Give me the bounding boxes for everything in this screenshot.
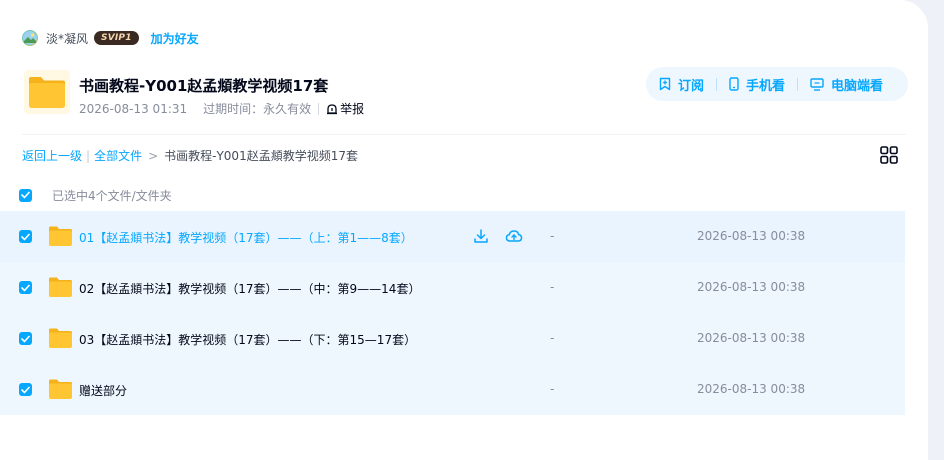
row-checkbox[interactable] xyxy=(19,230,32,243)
cloud-save-icon[interactable] xyxy=(505,228,523,244)
row-checkbox[interactable] xyxy=(19,383,32,396)
bookmark-icon xyxy=(659,77,671,91)
sharer-info: 淡*凝风 SVIP1 加为好友 xyxy=(22,29,199,47)
folder-icon xyxy=(49,226,72,246)
share-meta: 2026-08-13 01:31 过期时间：永久有效 举报 xyxy=(79,100,364,117)
desktop-view-label: 电脑端看 xyxy=(831,78,884,94)
share-date: 2026-08-13 01:31 xyxy=(79,101,188,116)
folder-icon xyxy=(49,277,72,297)
row-checkbox[interactable] xyxy=(19,281,32,294)
row-checkbox[interactable] xyxy=(19,332,32,345)
file-name[interactable]: 03【赵孟頫书法】教学视频（17套）——（下：第15—17套） xyxy=(79,331,416,348)
header-divider xyxy=(22,134,906,135)
report-icon xyxy=(327,103,338,114)
add-friend-link[interactable]: 加为好友 xyxy=(151,30,199,47)
report-label: 举报 xyxy=(340,102,365,116)
file-date: 2026-08-13 00:38 xyxy=(697,280,806,294)
subscribe-label: 订阅 xyxy=(678,78,705,94)
expiry-info: 过期时间：永久有效 xyxy=(203,102,312,116)
file-size: - xyxy=(550,280,555,294)
breadcrumb-arrow: > xyxy=(148,148,159,163)
breadcrumb-separator: | xyxy=(86,148,91,163)
select-all-row: 已选中4个文件/文件夹 xyxy=(19,186,172,204)
mobile-view-label: 手机看 xyxy=(746,78,786,94)
desktop-view-button[interactable]: 电脑端看 xyxy=(810,75,883,94)
action-divider xyxy=(716,77,718,91)
file-date: 2026-08-13 00:38 xyxy=(697,382,806,396)
back-link[interactable]: 返回上一级 xyxy=(22,147,82,164)
share-title: 书画教程-Y001赵孟頫教学视频17套 xyxy=(79,77,329,95)
file-row[interactable]: 02【赵孟頫书法】教学视频（17套）——（中：第9——14套） - 2026-0… xyxy=(0,262,905,313)
file-name[interactable]: 01【赵孟頫书法】教学视频（17套）——（上：第1——8套） xyxy=(79,229,413,246)
report-button[interactable]: 举报 xyxy=(326,100,364,117)
checkbox-checked-icon xyxy=(21,386,30,393)
breadcrumb-current: 书画教程-Y001赵孟頫教学视频17套 xyxy=(164,149,358,163)
file-size: - xyxy=(550,331,555,345)
file-row[interactable]: 03【赵孟頫书法】教学视频（17套）——（下：第15—17套） - 2026-0… xyxy=(0,313,905,364)
checkbox-checked-icon xyxy=(21,233,30,240)
phone-icon xyxy=(729,77,739,91)
action-divider xyxy=(797,77,799,91)
download-icon[interactable] xyxy=(473,228,489,244)
checkbox-checked-icon xyxy=(21,284,30,291)
checkbox-checked-icon xyxy=(21,191,30,199)
file-row[interactable]: 01【赵孟頫书法】教学视频（17套）——（上：第1——8套） - 2026-08… xyxy=(0,211,905,262)
folder-icon xyxy=(24,70,70,114)
checkbox-checked-icon xyxy=(21,335,30,342)
file-row[interactable]: 赠送部分 - 2026-08-13 00:38 xyxy=(0,364,905,415)
selection-summary: 已选中4个文件/文件夹 xyxy=(52,188,172,203)
subscribe-button[interactable]: 订阅 xyxy=(659,75,704,94)
monitor-icon xyxy=(810,77,824,91)
folder-icon xyxy=(49,328,72,348)
file-name[interactable]: 赠送部分 xyxy=(79,382,127,399)
grid-view-icon[interactable] xyxy=(879,145,899,165)
meta-divider xyxy=(318,102,320,115)
folder-icon xyxy=(49,379,72,399)
file-name[interactable]: 02【赵孟頫书法】教学视频（17套）——（中：第9——14套） xyxy=(79,280,420,297)
file-date: 2026-08-13 00:38 xyxy=(697,331,806,345)
svip-badge: SVIP1 xyxy=(94,31,139,45)
file-list: 01【赵孟頫书法】教学视频（17套）——（上：第1——8套） - 2026-08… xyxy=(0,211,905,415)
file-size: - xyxy=(550,229,555,243)
avatar-image xyxy=(23,31,37,45)
file-size: - xyxy=(550,382,555,396)
select-all-checkbox[interactable] xyxy=(19,188,32,202)
share-card: 淡*凝风 SVIP1 加为好友 书画教程-Y001赵孟頫教学视频17套 2026… xyxy=(0,0,928,460)
all-files-link[interactable]: 全部文件 xyxy=(94,147,142,164)
breadcrumb: 返回上一级 | 全部文件 > 书画教程-Y001赵孟頫教学视频17套 xyxy=(22,147,358,164)
mobile-view-button[interactable]: 手机看 xyxy=(729,75,785,94)
file-date: 2026-08-13 00:38 xyxy=(697,229,806,243)
sharer-name: 淡*凝风 xyxy=(46,31,89,46)
view-actions: 订阅 手机看 电脑端看 xyxy=(646,67,908,101)
avatar[interactable] xyxy=(22,30,38,46)
